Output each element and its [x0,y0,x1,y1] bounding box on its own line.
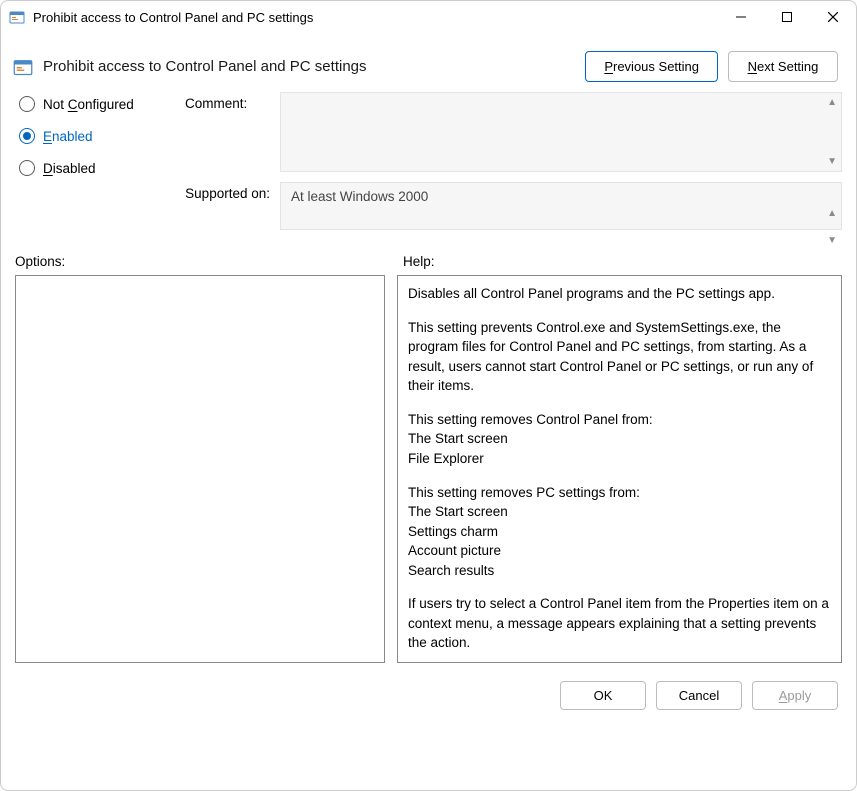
comment-field[interactable]: ▲▼ [280,92,842,172]
scroll-arrows: ▲▼ [827,93,837,171]
comment-label: Comment: [185,92,280,172]
radio-icon [19,160,35,176]
scroll-arrows: ▲▼ [827,204,837,250]
radio-label: Disabled [43,161,96,176]
settings-area: Not Configured Enabled Disabled Comment:… [1,92,856,230]
ok-button[interactable]: OK [560,681,646,710]
radio-icon [19,96,35,112]
supported-on-field: At least Windows 2000 ▲▼ [280,182,842,230]
cancel-button[interactable]: Cancel [656,681,742,710]
radio-icon [19,128,35,144]
window-title: Prohibit access to Control Panel and PC … [33,10,718,25]
dialog-footer: OK Cancel Apply [1,663,856,710]
options-label: Options: [15,254,403,269]
policy-icon [9,9,25,25]
close-button[interactable] [810,1,856,33]
titlebar: Prohibit access to Control Panel and PC … [1,1,856,33]
radio-label: Enabled [43,129,93,144]
radio-not-configured[interactable]: Not Configured [19,96,185,112]
previous-setting-button[interactable]: Previous Setting [585,51,718,82]
radio-disabled[interactable]: Disabled [19,160,185,176]
header: Prohibit access to Control Panel and PC … [1,33,856,92]
supported-on-label: Supported on: [167,182,280,230]
policy-title: Prohibit access to Control Panel and PC … [43,58,575,75]
radio-label: Not Configured [43,97,134,112]
help-text: Disables all Control Panel programs and … [408,284,831,653]
minimize-button[interactable] [718,1,764,33]
panels: Disables all Control Panel programs and … [1,275,856,663]
window-controls [718,1,856,33]
nav-buttons: Previous Setting Next Setting [585,51,838,82]
help-label: Help: [403,254,435,269]
apply-button[interactable]: Apply [752,681,838,710]
options-panel [15,275,385,663]
policy-detail-icon [13,57,33,77]
supported-on-value: At least Windows 2000 [291,189,428,204]
state-radio-group: Not Configured Enabled Disabled [15,92,185,230]
next-setting-button[interactable]: Next Setting [728,51,838,82]
help-panel: Disables all Control Panel programs and … [397,275,842,663]
maximize-button[interactable] [764,1,810,33]
radio-enabled[interactable]: Enabled [19,128,185,144]
panel-labels: Options: Help: [1,230,856,275]
